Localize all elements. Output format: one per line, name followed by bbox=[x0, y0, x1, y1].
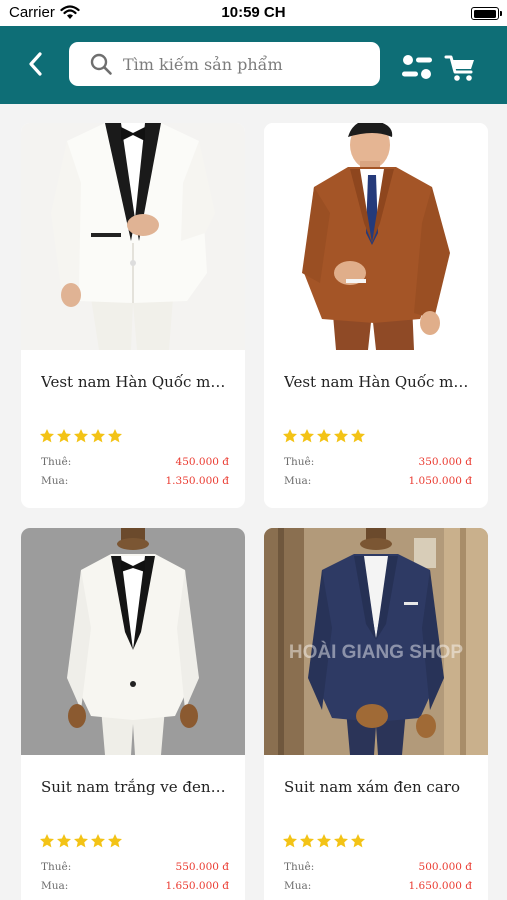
cart-button[interactable] bbox=[444, 52, 478, 84]
search-input[interactable] bbox=[123, 54, 363, 74]
buy-label: Mua: bbox=[41, 880, 69, 892]
buy-price-row: Mua: 1.350.000 đ bbox=[41, 475, 229, 489]
rent-price: 550.000 đ bbox=[175, 861, 229, 873]
rating-stars bbox=[39, 833, 123, 853]
rating-stars bbox=[282, 833, 366, 853]
star-icon bbox=[317, 429, 331, 443]
watermark-text: HOÀI GIANG SHOP bbox=[289, 641, 464, 663]
rent-price: 500.000 đ bbox=[418, 861, 472, 873]
star-icon bbox=[74, 834, 88, 848]
filter-icon bbox=[402, 55, 432, 79]
product-title: Suit nam xám đen caro bbox=[284, 778, 460, 796]
rent-label: Thuê: bbox=[41, 456, 72, 468]
star-icon bbox=[334, 834, 348, 848]
rating-stars bbox=[39, 428, 123, 448]
product-image: HOÀI GIANG SHOP bbox=[264, 528, 488, 755]
star-icon bbox=[300, 429, 314, 443]
rent-price-row: Thuê: 350.000 đ bbox=[284, 456, 472, 470]
product-grid: Vest nam Hàn Quốc màu trắng Thuê: 450.00… bbox=[0, 104, 507, 900]
product-card[interactable]: Vest nam Hàn Quốc màu nâu Thuê: 350.000 … bbox=[264, 123, 488, 508]
rent-label: Thuê: bbox=[41, 861, 72, 873]
star-icon bbox=[74, 429, 88, 443]
status-time: 10:59 CH bbox=[221, 4, 286, 21]
buy-price: 1.050.000 đ bbox=[408, 475, 473, 487]
star-icon bbox=[40, 834, 54, 848]
top-header bbox=[0, 26, 507, 104]
battery-level bbox=[473, 9, 496, 18]
rent-price: 450.000 đ bbox=[175, 456, 229, 468]
rent-price-row: Thuê: 450.000 đ bbox=[41, 456, 229, 470]
rent-price: 350.000 đ bbox=[418, 456, 472, 468]
star-icon bbox=[351, 429, 365, 443]
rent-label: Thuê: bbox=[284, 456, 315, 468]
rating-stars bbox=[282, 428, 366, 448]
star-icon bbox=[108, 834, 122, 848]
rent-label: Thuê: bbox=[284, 861, 315, 873]
product-card[interactable]: HOÀI GIANG SHOP Suit nam xám đen caro Th… bbox=[264, 528, 488, 900]
product-title: Suit nam trắng ve đen nhung bbox=[41, 778, 229, 796]
product-image bbox=[264, 123, 488, 350]
star-icon bbox=[40, 429, 54, 443]
rent-price-row: Thuê: 500.000 đ bbox=[284, 861, 472, 875]
buy-price-row: Mua: 1.650.000 đ bbox=[41, 880, 229, 894]
star-icon bbox=[283, 429, 297, 443]
star-icon bbox=[108, 429, 122, 443]
star-icon bbox=[57, 429, 71, 443]
search-icon bbox=[90, 53, 112, 75]
buy-price: 1.650.000 đ bbox=[165, 880, 230, 892]
star-icon bbox=[300, 834, 314, 848]
star-icon bbox=[57, 834, 71, 848]
star-icon bbox=[283, 834, 297, 848]
buy-price: 1.650.000 đ bbox=[408, 880, 473, 892]
star-icon bbox=[91, 834, 105, 848]
buy-price-row: Mua: 1.050.000 đ bbox=[284, 475, 472, 489]
rent-price-row: Thuê: 550.000 đ bbox=[41, 861, 229, 875]
buy-price-row: Mua: 1.650.000 đ bbox=[284, 880, 472, 894]
star-icon bbox=[317, 834, 331, 848]
status-bar: Carrier 10:59 CH bbox=[0, 0, 507, 26]
star-icon bbox=[334, 429, 348, 443]
product-title: Vest nam Hàn Quốc màu trắng bbox=[41, 373, 229, 391]
chevron-left-icon bbox=[29, 52, 42, 76]
buy-price: 1.350.000 đ bbox=[165, 475, 230, 487]
product-image bbox=[21, 528, 245, 755]
back-button[interactable] bbox=[20, 48, 52, 80]
product-card[interactable]: Suit nam trắng ve đen nhung Thuê: 550.00… bbox=[21, 528, 245, 900]
buy-label: Mua: bbox=[284, 475, 312, 487]
star-icon bbox=[91, 429, 105, 443]
search-bar[interactable] bbox=[69, 42, 380, 86]
cart-icon bbox=[444, 55, 474, 81]
battery-icon bbox=[471, 7, 502, 20]
product-title: Vest nam Hàn Quốc màu nâu bbox=[284, 373, 472, 391]
filter-button[interactable] bbox=[400, 52, 434, 82]
product-image bbox=[21, 123, 245, 350]
product-card[interactable]: Vest nam Hàn Quốc màu trắng Thuê: 450.00… bbox=[21, 123, 245, 508]
buy-label: Mua: bbox=[284, 880, 312, 892]
star-icon bbox=[351, 834, 365, 848]
buy-label: Mua: bbox=[41, 475, 69, 487]
